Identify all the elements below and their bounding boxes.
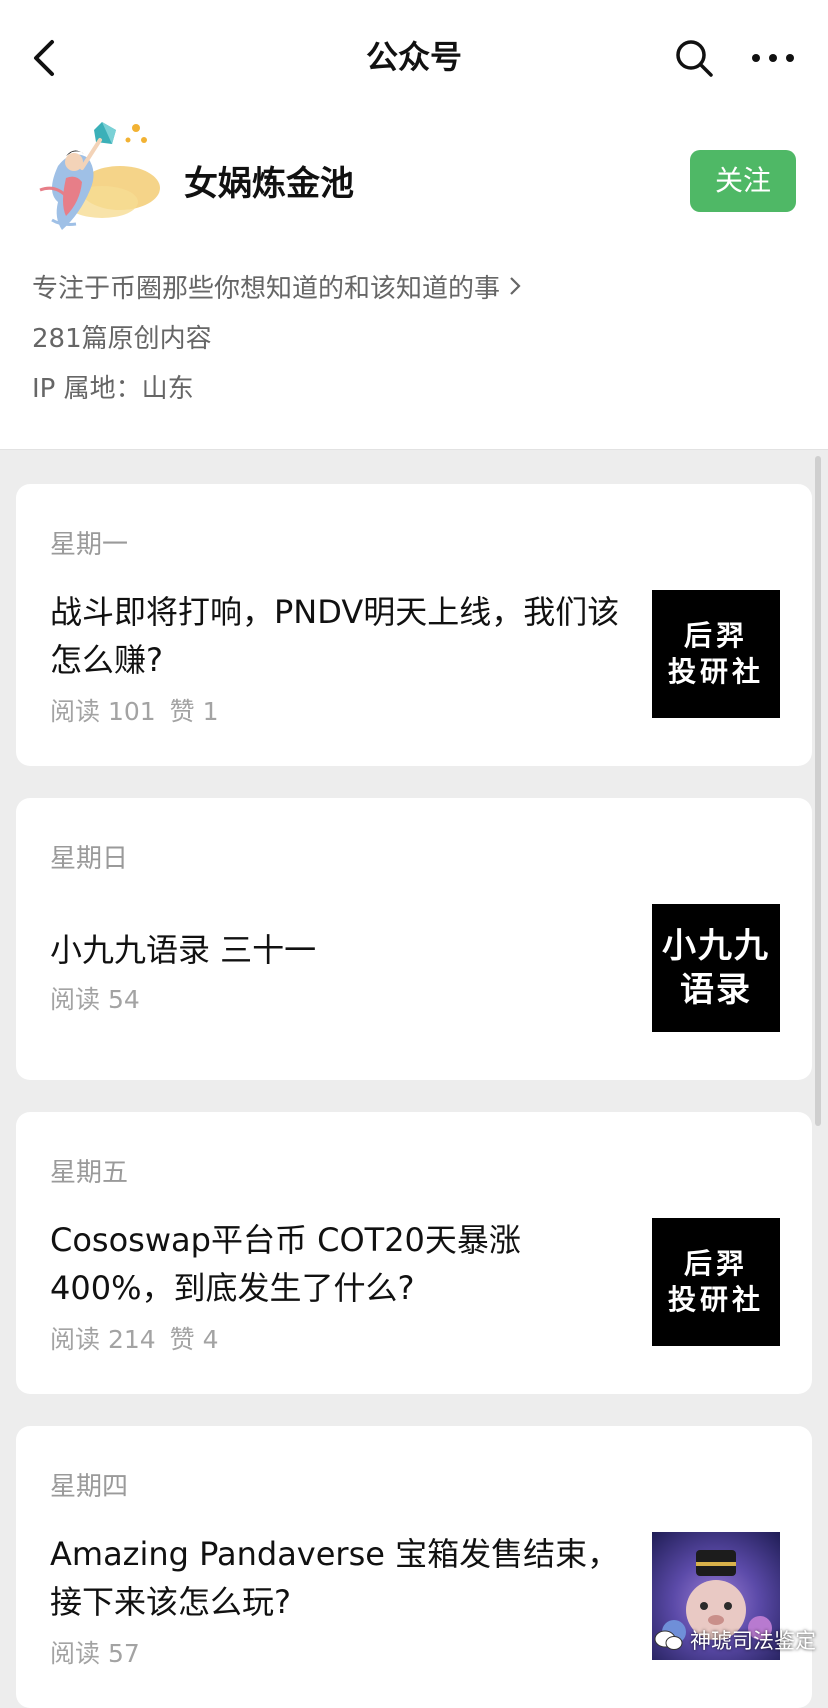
account-description[interactable]: 专注于币圈那些你想知道的和该知道的事 [32,268,522,305]
more-icon[interactable] [748,36,798,80]
read-count: 阅读 214 [50,1325,156,1354]
follow-button[interactable]: 关注 [690,150,796,212]
thumbnail-text: 投研社 [667,1283,764,1316]
scrollbar[interactable] [815,456,821,1126]
article-day: 星期一 [50,530,129,560]
article-day: 星期四 [50,1472,129,1502]
article-thumbnail: 后羿 投研社 [652,590,780,718]
article-stats: 阅读 54 [50,980,140,1016]
article-day: 星期日 [50,844,129,874]
original-count: 281篇原创内容 [32,324,212,354]
account-avatar[interactable] [32,118,166,238]
read-count: 阅读 54 [50,985,140,1014]
article-title: 小九九语录 三十一 [50,931,317,969]
article-stats: 阅读 101 赞 1 [50,692,219,728]
account-name: 女娲炼金池 [184,164,354,204]
chevron-right-icon [510,277,521,295]
chat-bubble-icon [654,1630,683,1650]
article-day: 星期五 [50,1158,129,1188]
search-icon[interactable] [672,36,716,80]
description-text: 专注于币圈那些你想知道的和该知道的事 [32,274,501,304]
article-thumbnail: 小九九 语录 [652,904,780,1032]
thumbnail-text: 小九九 [662,925,770,966]
navigation-bar: 公众号 [0,0,828,114]
article-title: Amazing Pandaverse 宝箱发售结束，接下来该怎么玩? [50,1535,620,1621]
like-count: 赞 1 [169,697,219,726]
thumbnail-text: 语录 [680,970,752,1010]
article-card[interactable]: 星期一 战斗即将打响，PNDV明天上线，我们该怎么赚? 阅读 101 赞 1 后羿… [16,484,812,766]
article-stats: 阅读 57 [50,1634,140,1670]
article-card[interactable]: 星期五 Cososwap平台币 COT20天暴涨400%，到底发生了什么? 阅读… [16,1112,812,1394]
ip-location: IP 属地：山东 [32,374,194,404]
account-header: 公众号 女娲炼金池 关注 专注于币圈那些你想知道的和该知道的事 281篇原创内容… [0,0,828,450]
thumbnail-text: 后羿 [683,1246,748,1280]
watermark-text: 神琥司法鉴定 [690,1629,816,1653]
article-card[interactable]: 星期四 Amazing Pandaverse 宝箱发售结束，接下来该怎么玩? 阅… [16,1426,812,1708]
like-count: 赞 4 [169,1325,219,1354]
read-count: 阅读 57 [50,1639,140,1668]
read-count: 阅读 101 [50,697,156,726]
article-thumbnail: 后羿 投研社 [652,1218,780,1346]
article-stats: 阅读 214 赞 4 [50,1320,219,1356]
watermark: 神琥司法鉴定 [654,1625,816,1655]
thumbnail-text: 后羿 [683,618,748,652]
article-title: Cososwap平台币 COT20天暴涨400%，到底发生了什么? [50,1221,521,1307]
thumbnail-text: 投研社 [667,655,764,688]
article-card[interactable]: 星期日 小九九语录 三十一 阅读 54 小九九 语录 [16,798,812,1080]
article-title: 战斗即将打响，PNDV明天上线，我们该怎么赚? [50,593,620,679]
